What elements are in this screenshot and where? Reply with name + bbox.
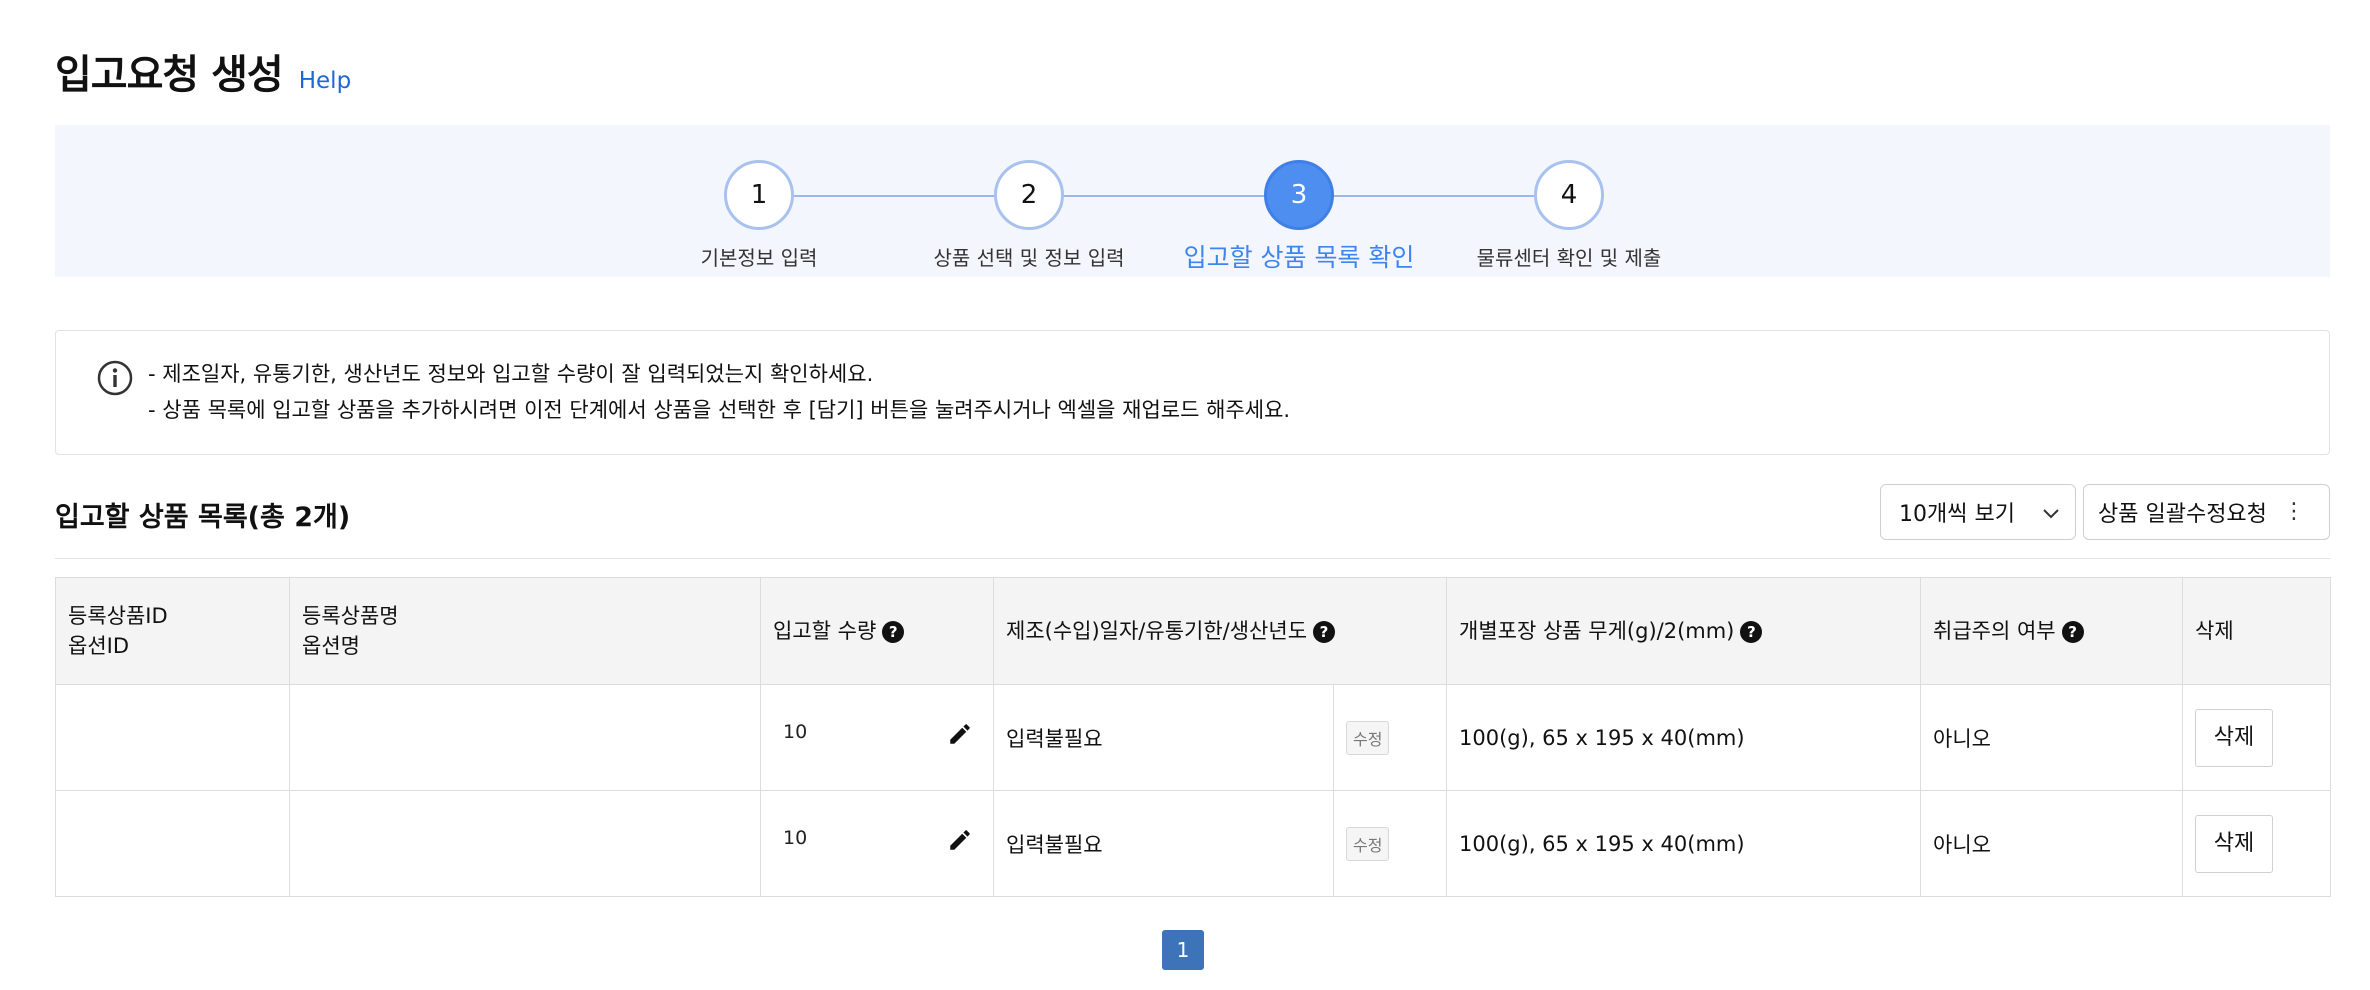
step-3-number: 3 <box>1290 180 1308 210</box>
header-weight-label: 개별포장 상품 무게(g)/2(mm) <box>1459 619 1735 643</box>
quantity-value: 10 <box>783 721 808 743</box>
table-row: 10 입력불필요 수정 100(g), 65 x 195 x 40(mm) 아니… <box>55 684 2332 791</box>
more-vertical-icon: ⋮ <box>2283 499 2305 524</box>
header-delete-label: 삭제 <box>2195 619 2234 643</box>
help-link[interactable]: Help <box>299 68 351 94</box>
header-date-info-label: 제조(수입)일자/유통기한/생산년도 <box>1006 619 1308 643</box>
pencil-icon[interactable] <box>947 721 973 747</box>
cell-weight: 100(g), 65 x 195 x 40(mm) <box>1446 790 1922 897</box>
notice-box: - 제조일자, 유통기한, 생산년도 정보와 입고할 수량이 잘 입력되었는지 … <box>55 330 2330 455</box>
header-weight: 개별포장 상품 무게(g)/2(mm)? <box>1446 577 1922 685</box>
page-size-select[interactable]: 10개씩 보기 <box>1880 484 2076 540</box>
stepper: 1 2 3 4 기본정보 입력 상품 선택 및 정보 입력 입고할 상품 목록 … <box>55 125 2330 277</box>
cell-quantity[interactable]: 10 <box>760 684 994 791</box>
delete-button[interactable]: 삭제 <box>2195 814 2274 873</box>
cell-product-id <box>55 684 290 791</box>
cell-product-name <box>289 790 761 897</box>
cell-weight: 100(g), 65 x 195 x 40(mm) <box>1446 684 1922 791</box>
page-title: 입고요청 생성 <box>55 52 284 98</box>
header-quantity: 입고할 수량? <box>760 577 994 685</box>
step-2-label: 상품 선택 및 정보 입력 <box>933 246 1125 270</box>
step-connector <box>1315 195 1547 197</box>
pagination-page-number: 1 <box>1176 938 1190 962</box>
step-2-circle[interactable]: 2 <box>994 160 1064 230</box>
help-question-icon[interactable]: ? <box>2061 621 2084 643</box>
divider <box>55 558 2330 559</box>
header-product-id-label: 등록상품ID <box>68 604 168 628</box>
cell-caution: 아니오 <box>1920 684 2184 791</box>
info-icon <box>97 360 133 396</box>
list-title: 입고할 상품 목록(총 2개) <box>55 502 351 533</box>
step-1-circle[interactable]: 1 <box>724 160 794 230</box>
step-4-number: 4 <box>1560 180 1578 210</box>
help-question-icon[interactable]: ? <box>1313 621 1336 643</box>
cell-delete: 삭제 <box>2182 684 2332 791</box>
cell-quantity[interactable]: 10 <box>760 790 994 897</box>
page-size-value: 10개씩 보기 <box>1899 502 2015 527</box>
cell-date-info: 입력불필요 <box>993 684 1334 791</box>
chevron-down-icon <box>2043 509 2059 519</box>
header-product-id: 등록상품ID 옵션ID <box>55 577 290 685</box>
date-edit-button[interactable]: 수정 <box>1346 720 1390 755</box>
header-product-name: 등록상품명 옵션명 <box>289 577 761 685</box>
date-edit-button[interactable]: 수정 <box>1346 826 1390 861</box>
cell-delete: 삭제 <box>2182 790 2332 897</box>
step-connector <box>775 195 1007 197</box>
pagination-page-1[interactable]: 1 <box>1162 930 1204 970</box>
header-delete: 삭제 <box>2182 577 2332 685</box>
header-caution-label: 취급주의 여부 <box>1933 619 2056 643</box>
help-question-icon[interactable]: ? <box>882 621 905 643</box>
cell-product-name <box>289 684 761 791</box>
cell-caution: 아니오 <box>1920 790 2184 897</box>
delete-button[interactable]: 삭제 <box>2195 708 2274 767</box>
pencil-icon[interactable] <box>947 827 973 853</box>
notice-line-1: - 제조일자, 유통기한, 생산년도 정보와 입고할 수량이 잘 입력되었는지 … <box>148 362 874 386</box>
step-1-number: 1 <box>750 180 768 210</box>
cell-date-info: 입력불필요 <box>993 790 1334 897</box>
step-1-label: 기본정보 입력 <box>700 246 818 270</box>
header-date-info: 제조(수입)일자/유통기한/생산년도? <box>992 577 1448 685</box>
table-row: 10 입력불필요 수정 100(g), 65 x 195 x 40(mm) 아니… <box>55 790 2332 897</box>
cell-date-edit: 수정 <box>1332 684 1448 791</box>
header-quantity-label: 입고할 수량 <box>773 619 877 643</box>
step-connector <box>1045 195 1277 197</box>
cell-date-edit: 수정 <box>1332 790 1448 897</box>
quantity-value: 10 <box>783 827 808 849</box>
cell-product-id <box>55 790 290 897</box>
help-question-icon[interactable]: ? <box>1740 621 1763 643</box>
table-header-row: 등록상품ID 옵션ID 등록상품명 옵션명 입고할 수량? 제조(수입)일자/유… <box>55 577 2332 685</box>
step-3-circle[interactable]: 3 <box>1264 160 1334 230</box>
title-row: 입고요청 생성 Help <box>55 42 351 100</box>
header-option-name-label: 옵션명 <box>302 634 360 658</box>
notice-line-2: - 상품 목록에 입고할 상품을 추가하시려면 이전 단계에서 상품을 선택한 … <box>148 398 1291 422</box>
header-product-name-label: 등록상품명 <box>302 604 399 628</box>
step-3-label: 입고할 상품 목록 확인 <box>1183 243 1415 272</box>
header-option-id-label: 옵션ID <box>68 634 130 658</box>
step-2-number: 2 <box>1020 180 1038 210</box>
bulk-edit-button[interactable]: 상품 일괄수정요청 ⋮ <box>2083 484 2330 540</box>
bulk-edit-label: 상품 일괄수정요청 <box>2098 502 2267 527</box>
step-4-circle[interactable]: 4 <box>1534 160 1604 230</box>
header-caution: 취급주의 여부? <box>1920 577 2184 685</box>
step-4-label: 물류센터 확인 및 제출 <box>1476 246 1662 270</box>
product-table: 등록상품ID 옵션ID 등록상품명 옵션명 입고할 수량? 제조(수입)일자/유… <box>55 577 2332 897</box>
